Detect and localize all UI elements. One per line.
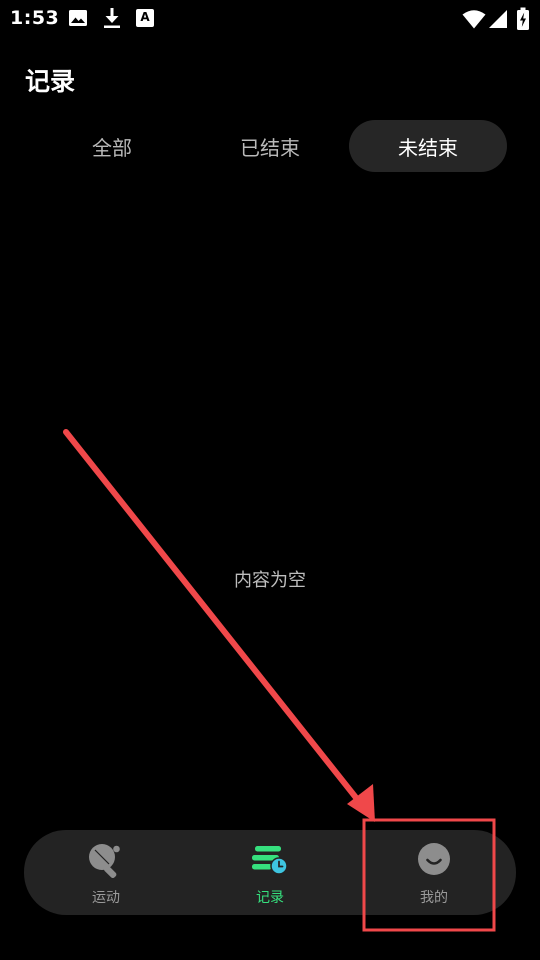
tab-ended[interactable]: 已结束: [191, 120, 349, 172]
status-time: 1:53: [10, 7, 60, 29]
page-title: 记录: [25, 67, 76, 96]
font-app-icon: A: [136, 9, 154, 27]
tab-all[interactable]: 全部: [33, 120, 191, 172]
nav-records-label: 记录: [256, 890, 284, 906]
smiley-profile-icon: [418, 843, 450, 875]
records-list-icon: [252, 846, 288, 875]
tab-all-label: 全部: [92, 135, 132, 160]
record-filter-tabs: 全部 已结束 未结束: [33, 120, 507, 172]
nav-mine-label: 我的: [420, 890, 448, 906]
annotation-arrowhead: [347, 784, 375, 822]
nav-mine[interactable]: 我的: [352, 830, 516, 915]
empty-state-text: 内容为空: [234, 570, 306, 591]
tab-ended-label: 已结束: [240, 135, 300, 160]
download-icon: [104, 8, 120, 28]
image-icon: [69, 10, 87, 26]
battery-charging-icon: [517, 7, 529, 30]
tab-not-ended[interactable]: 未结束: [349, 120, 507, 172]
nav-sport-label: 运动: [92, 890, 120, 906]
wifi-icon: [462, 10, 486, 29]
nav-sport[interactable]: 运动: [24, 830, 188, 915]
ping-pong-paddle-icon: [89, 844, 120, 878]
tab-not-ended-label: 未结束: [398, 135, 458, 160]
annotation-arrow-shaft: [63, 429, 364, 807]
cell-signal-icon: [489, 10, 507, 28]
status-bar: 1:53 A: [0, 0, 540, 38]
nav-records[interactable]: 记录: [188, 830, 352, 915]
bottom-nav: 运动 记录 我的: [24, 830, 516, 915]
